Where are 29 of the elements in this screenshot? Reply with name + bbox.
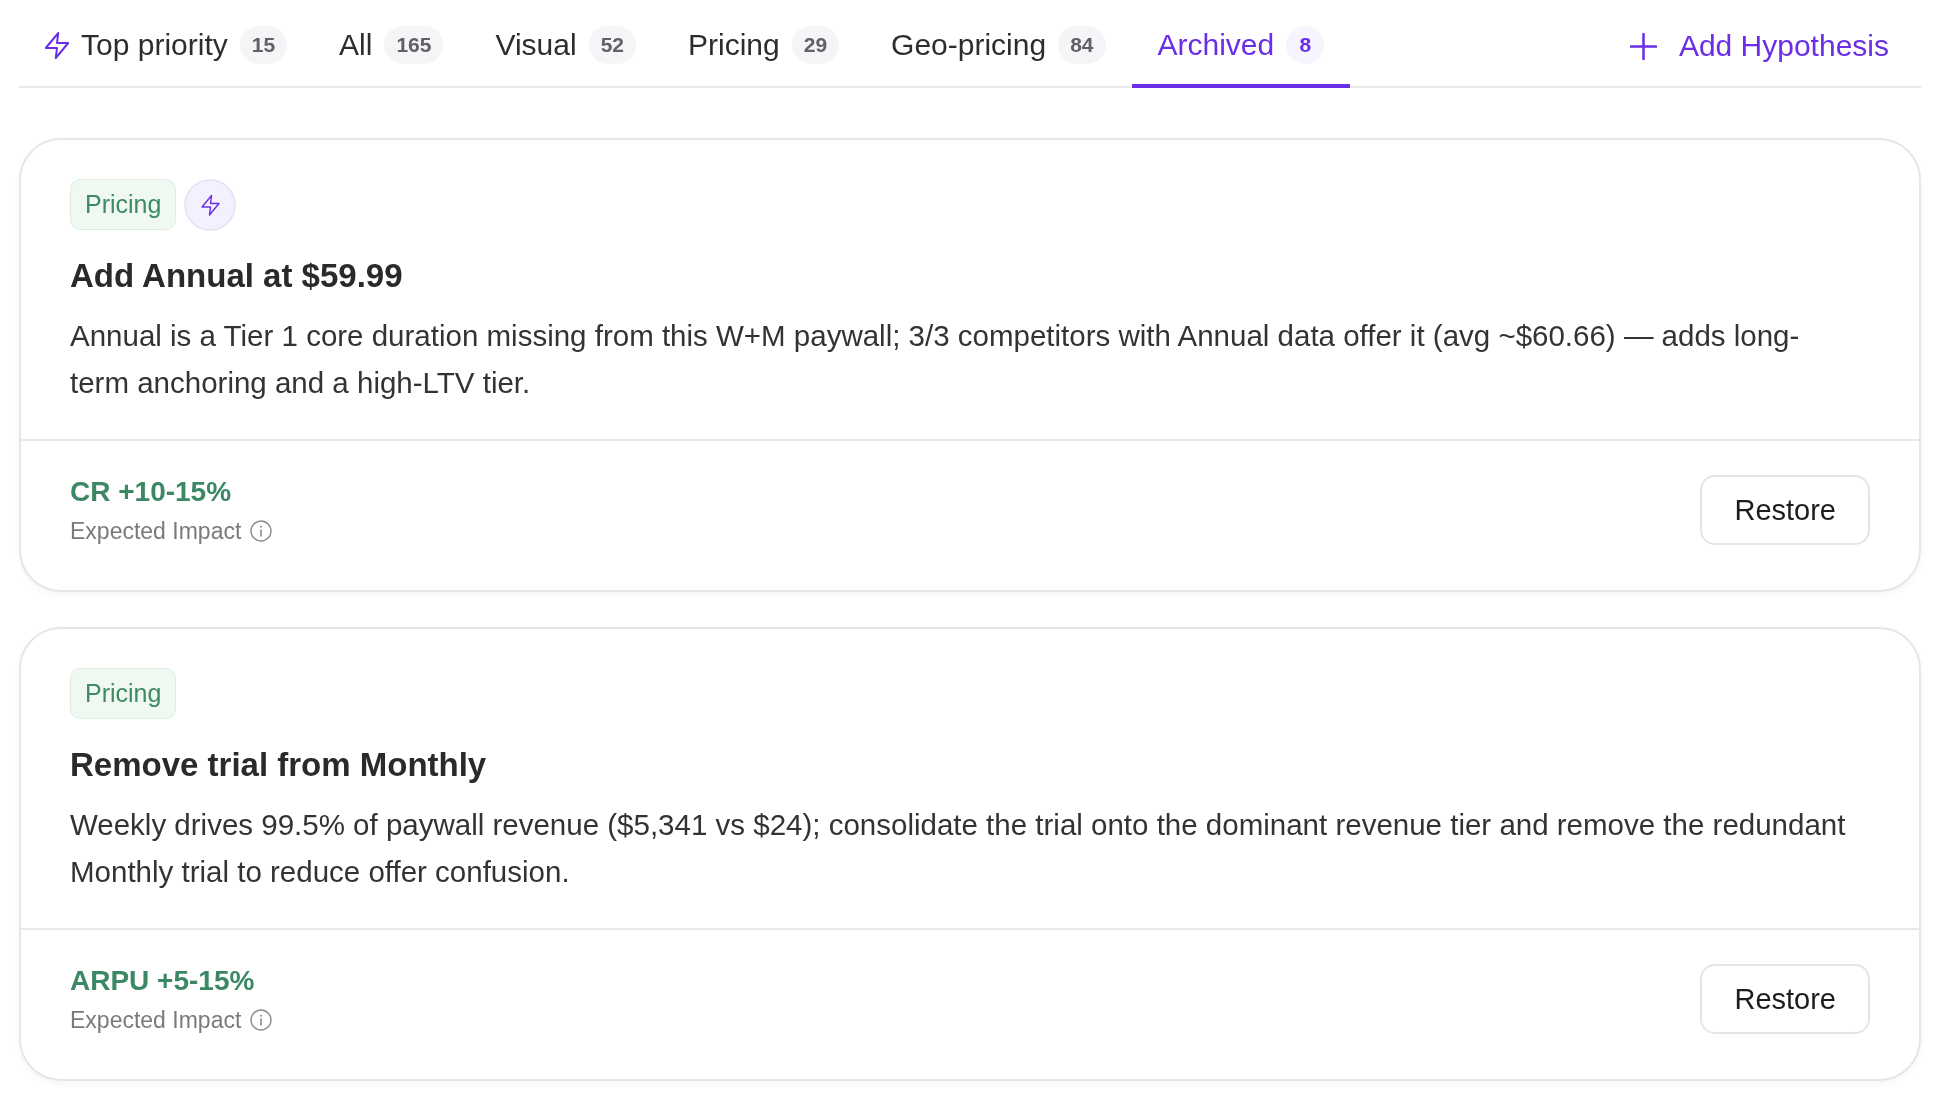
tab[interactable]: Archived 8 <box>1131 0 1351 88</box>
tab-count: 52 <box>588 26 636 64</box>
add-hypothesis-button[interactable]: Add Hypothesis <box>1625 0 1893 86</box>
tab[interactable]: Pricing 29 <box>662 0 866 88</box>
tab-count: 8 <box>1286 26 1325 64</box>
plus-icon <box>1629 32 1657 60</box>
info-icon <box>250 520 273 542</box>
tab[interactable]: All 165 <box>313 0 470 88</box>
info-icon <box>250 1009 273 1031</box>
tab-count: 84 <box>1058 26 1106 64</box>
tab-count: 165 <box>384 26 444 64</box>
lightning-icon <box>45 31 69 59</box>
restore-button[interactable]: Restore <box>1700 475 1870 545</box>
impact-label: Expected Impact <box>70 517 242 546</box>
hypothesis-title: Remove trial from Monthly <box>70 745 488 785</box>
impact-value: ARPU +5-15% <box>70 964 256 998</box>
hypothesis-title: Add Annual at $59.99 <box>70 256 404 296</box>
tab-count: 29 <box>791 26 840 64</box>
tab[interactable]: Geo-pricing 84 <box>865 0 1132 88</box>
hypothesis-description: Annual is a Tier 1 core duration missing from this W+M paywall; 3/3 competitors with Annual data offer it (avg ~$60.66) — adds long-term anchoring and a high-LTV tier. <box>70 318 1801 401</box>
impact-value: CR +10-15% <box>70 475 233 509</box>
tab[interactable]: Top priority 15 <box>19 0 314 88</box>
category-tag: Pricing <box>70 668 177 719</box>
hypothesis-description: Weekly drives 99.5% of paywall revenue ($5,341 vs $24); consolidate the trial onto the dominant revenue tier and remove the redundant Monthly trial to reduce offer confusion. <box>70 807 1847 890</box>
category-tag: Pricing <box>70 179 177 230</box>
impact-label: Expected Impact <box>70 1006 242 1035</box>
tab-count: 15 <box>239 26 288 64</box>
restore-button[interactable]: Restore <box>1700 964 1870 1034</box>
tab[interactable]: Visual 52 <box>469 0 662 88</box>
